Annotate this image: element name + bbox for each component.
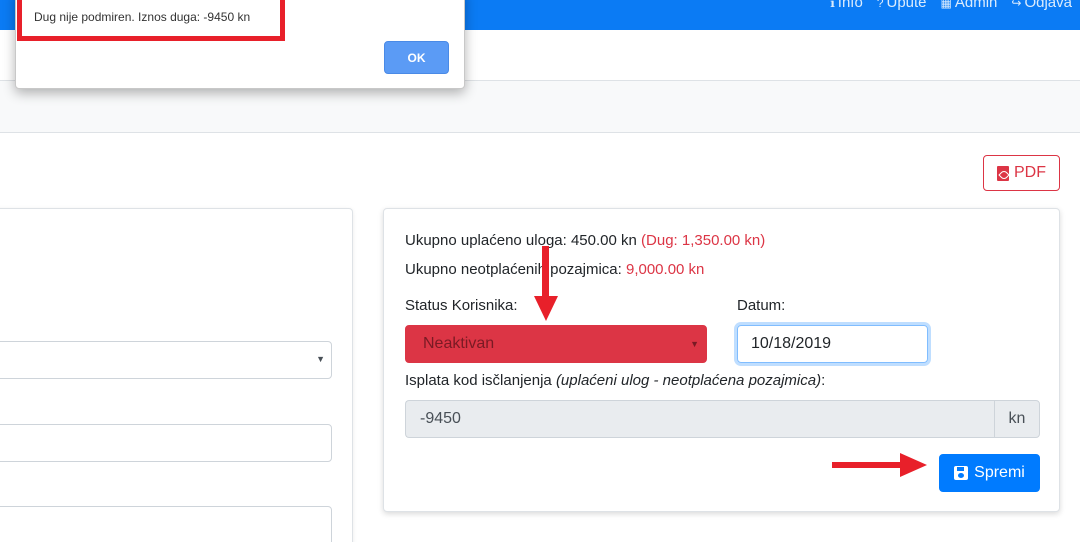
save-button[interactable]: Spremi [939, 454, 1040, 492]
dialog-message-highlight: Dug nije podmiren. Iznos duga: -9450 kn [17, 0, 285, 41]
nav-link-admin[interactable]: ▦ Admin [941, 0, 998, 11]
membership-status-card: Ukupno uplaćeno uloga: 450.00 kn (Dug: 1… [383, 208, 1060, 512]
caret-down-icon: ▼ [316, 354, 325, 364]
member-textarea[interactable] [0, 506, 332, 542]
dialog-message: Dug nije podmiren. Iznos duga: -9450 kn [34, 10, 251, 24]
member-text-field[interactable] [0, 424, 332, 462]
annotation-arrow-right [832, 453, 927, 477]
status-label: Status Korisnika: [405, 297, 518, 314]
grid-icon: ▦ [940, 0, 952, 10]
file-pdf-icon [997, 165, 1009, 181]
nav-link-upute[interactable]: ? Upute [877, 0, 927, 11]
nav-link-label: Info [837, 0, 863, 11]
member-select[interactable]: ▼ [0, 341, 332, 379]
payout-amount-value: -9450 [420, 410, 461, 427]
help-icon: ? [876, 0, 884, 10]
deposit-debt: (Dug: 1,350.00 kn) [641, 232, 766, 249]
deposit-summary: Ukupno uplaćeno uloga: 450.00 kn (Dug: 1… [405, 232, 765, 249]
date-input[interactable]: 10/18/2019 [737, 325, 928, 363]
payout-amount-field[interactable]: -9450 [405, 400, 994, 438]
dialog-ok-button[interactable]: OK [384, 41, 449, 74]
status-select-value: Neaktivan [423, 335, 495, 352]
nav-link-label: Odjava [1024, 0, 1072, 11]
status-select[interactable]: Neaktivan ▼ [405, 325, 707, 363]
date-label: Datum: [737, 297, 786, 314]
info-icon: ℹ [830, 0, 835, 10]
loans-label: Ukupno neotplaćenih pozajmica: [405, 261, 622, 278]
deposit-total: Ukupno uplaćeno uloga: 450.00 kn [405, 232, 637, 249]
nav-link-odjava[interactable]: ↪ Odjava [1011, 0, 1072, 11]
nav-link-info[interactable]: ℹ Info [830, 0, 863, 11]
payout-label-suffix: : [821, 372, 826, 389]
alert-dialog: Dug nije podmiren. Iznos duga: -9450 kn … [15, 0, 465, 89]
payout-label-text: Isplata kod isčlanjenja [405, 372, 552, 389]
date-input-value: 10/18/2019 [751, 335, 832, 352]
payout-unit-addon: kn [994, 400, 1040, 438]
annotation-arrow-down [534, 246, 558, 321]
pdf-button[interactable]: PDF [983, 155, 1060, 191]
floppy-disk-icon [954, 466, 969, 480]
navbar-links: ℹ Info ? Upute ▦ Admin ↪ Odjava [830, 0, 1072, 11]
loans-value: 9,000.00 kn [625, 261, 705, 278]
nav-link-label: Admin [954, 0, 998, 11]
nav-link-label: Upute [886, 0, 927, 11]
save-button-label: Spremi [974, 464, 1025, 481]
payout-label: Isplata kod isčlanjenja (uplaćeni ulog -… [405, 372, 825, 389]
caret-down-icon: ▼ [690, 339, 699, 349]
pdf-button-label: PDF [1014, 164, 1046, 181]
logout-icon: ↪ [1011, 0, 1022, 10]
payout-label-note: (uplaćeni ulog - neotplaćena pozajmica) [555, 372, 822, 389]
payout-input-group: -9450 kn [405, 400, 1040, 438]
